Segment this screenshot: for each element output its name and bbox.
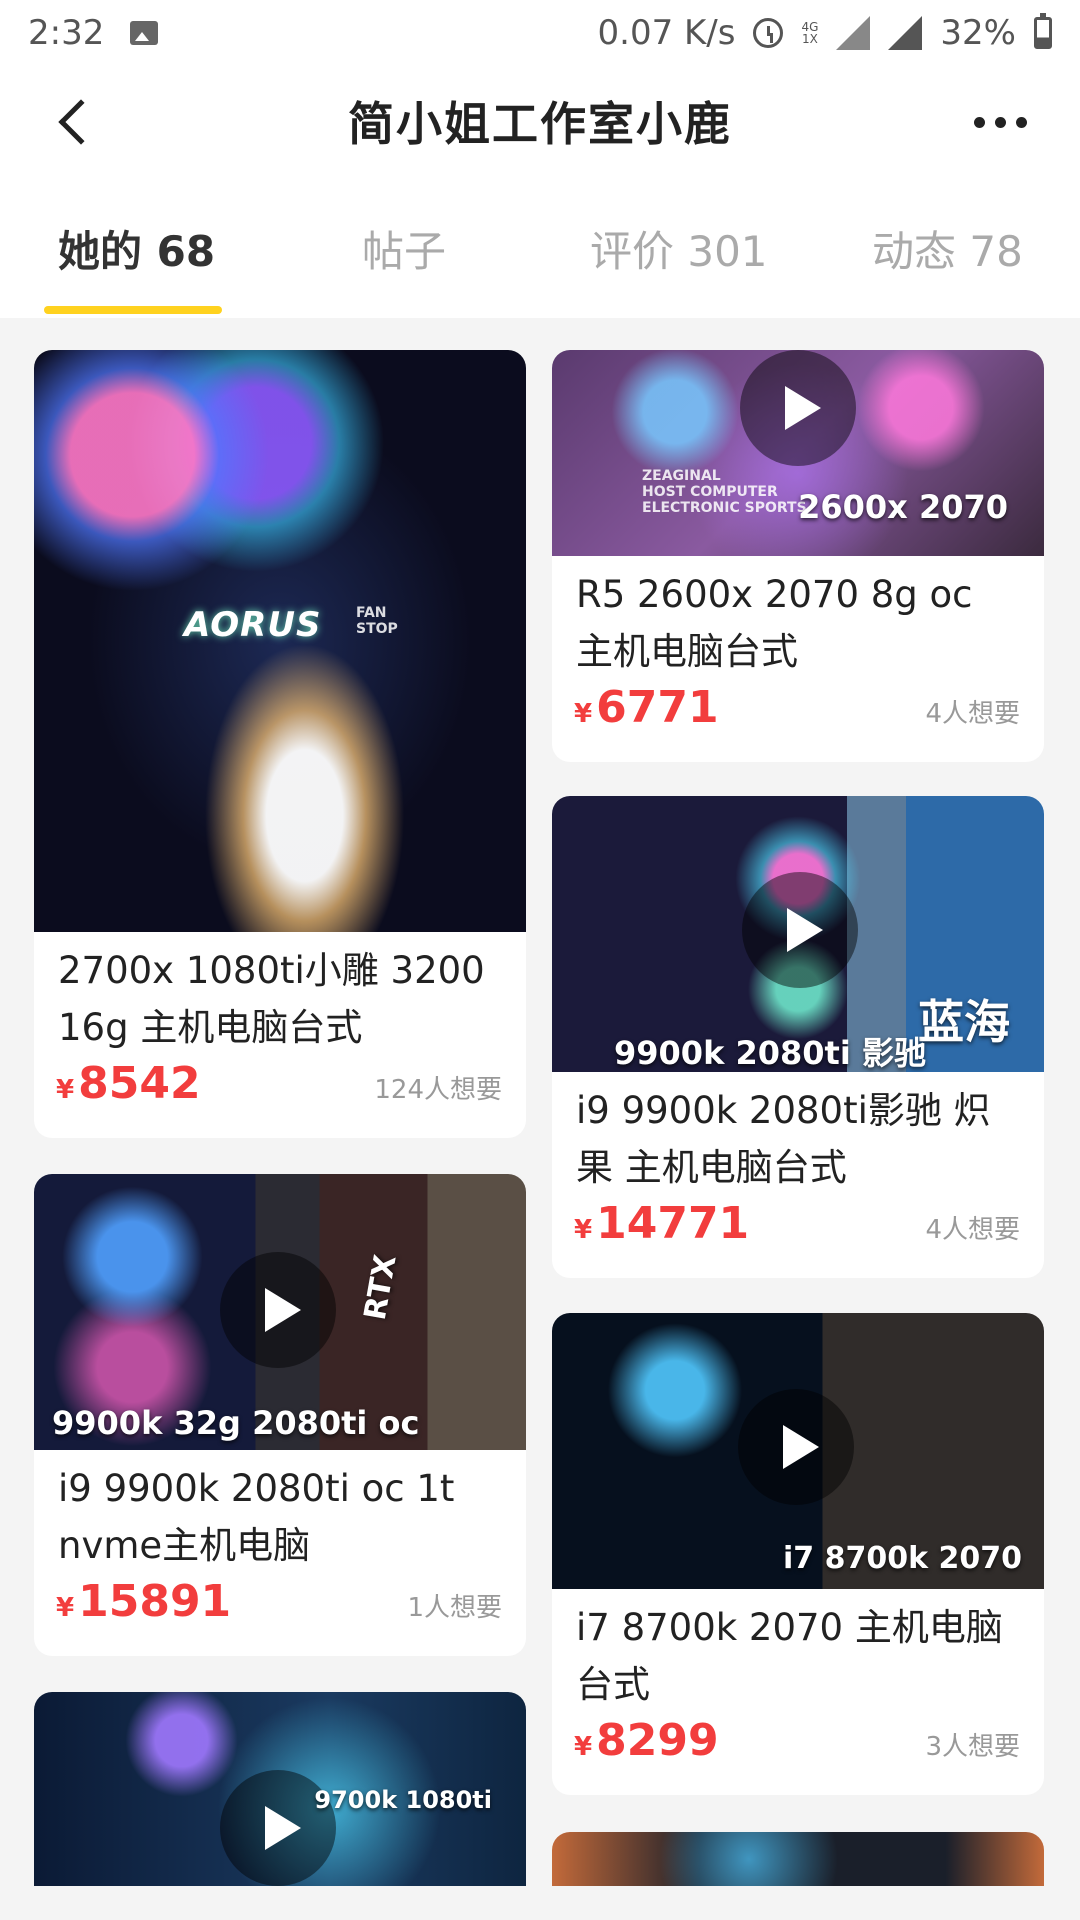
product-video-thumbnail (552, 1832, 1044, 1886)
product-price: ¥6771 (574, 682, 719, 733)
status-time: 2:32 (28, 13, 105, 53)
video-caption: 9900k 32g 2080ti oc (52, 1404, 420, 1442)
signal-icon (836, 16, 871, 50)
wants-count: 4人想要 (925, 1215, 1020, 1245)
product-card[interactable] (552, 1832, 1044, 1886)
tab-hers[interactable]: 她的 68 (58, 218, 215, 279)
box-label: 蓝海 (918, 995, 1010, 1049)
product-card[interactable]: RTX 9900k 32g 2080ti oc i9 9900k 2080ti … (34, 1174, 526, 1656)
profile-tabs: 她的 68 帖子 评价 301 动态 78 (0, 176, 1080, 318)
more-options-button[interactable] (960, 102, 1040, 142)
tab-posts[interactable]: 帖子 (362, 218, 446, 279)
product-video-thumbnail: RTX 9900k 32g 2080ti oc (34, 1174, 526, 1450)
signal-icon-2 (888, 16, 923, 50)
battery-icon (1034, 13, 1052, 49)
product-price: ¥8542 (56, 1058, 201, 1109)
play-icon[interactable] (742, 872, 858, 988)
product-price: ¥8299 (574, 1715, 719, 1766)
top-app-bar: 简小姐工作室小鹿 (0, 66, 1080, 176)
product-title: i9 9900k 2080ti oc 1t nvme主机电脑 (58, 1467, 455, 1567)
product-card[interactable]: 9700k 1080ti (34, 1692, 526, 1886)
video-caption: 9900k 2080ti 影驰 (614, 1034, 926, 1072)
video-caption: 2600x 2070 (798, 488, 1008, 526)
product-title: R5 2600x 2070 8g oc 主机电脑台式 (576, 573, 973, 673)
chevron-left-icon (58, 99, 104, 145)
product-card[interactable]: i7 8700k 2070 i7 8700k 2070 主机电脑台式 ¥8299… (552, 1313, 1044, 1795)
back-button[interactable] (44, 92, 104, 152)
network-speed: 0.07 K/s (597, 13, 736, 53)
product-title: i9 9900k 2080ti影驰 炽果 主机电脑台式 (576, 1089, 991, 1189)
product-card[interactable]: ZEAGINAL HOST COMPUTER ELECTRONIC SPORTS… (552, 350, 1044, 762)
page-title: 简小姐工作室小鹿 (348, 97, 732, 151)
product-title: 2700x 1080ti小雕 3200 16g 主机电脑台式 (58, 949, 485, 1049)
wants-count: 3人想要 (925, 1732, 1020, 1762)
product-video-thumbnail: i7 8700k 2070 (552, 1313, 1044, 1589)
play-icon[interactable] (740, 350, 856, 466)
tab-reviews[interactable]: 评价 301 (590, 218, 768, 279)
play-icon[interactable] (738, 1389, 854, 1505)
wants-count: 4人想要 (925, 699, 1020, 729)
product-card[interactable]: AORUS FAN STOP 2700x 1080ti小雕 3200 16g 主… (34, 350, 526, 1138)
product-title: i7 8700k 2070 主机电脑台式 (576, 1606, 1003, 1706)
product-price: ¥14771 (574, 1198, 750, 1249)
network-type-icon: 4G 1X (801, 20, 819, 46)
alarm-icon (753, 18, 784, 48)
video-caption: 9700k 1080ti (314, 1786, 492, 1814)
product-video-thumbnail: 蓝海 9900k 2080ti 影驰 (552, 796, 1044, 1072)
product-card[interactable]: 蓝海 9900k 2080ti 影驰 i9 9900k 2080ti影驰 炽果 … (552, 796, 1044, 1278)
tab-activity[interactable]: 动态 78 (872, 218, 1023, 279)
product-price: ¥15891 (56, 1576, 232, 1627)
brand-logo: AORUS (184, 605, 322, 645)
product-video-thumbnail: ZEAGINAL HOST COMPUTER ELECTRONIC SPORTS… (552, 350, 1044, 556)
status-bar: 2:32 0.07 K/s 4G 1X 32% (0, 0, 1080, 66)
play-icon[interactable] (220, 1252, 336, 1368)
more-dots-icon (973, 116, 985, 128)
active-tab-indicator (44, 306, 222, 314)
battery-percent: 32% (940, 13, 1016, 53)
product-video-thumbnail: 9700k 1080ti (34, 1692, 526, 1886)
wants-count: 124人想要 (374, 1075, 502, 1105)
wants-count: 1人想要 (407, 1593, 502, 1623)
image-notification-icon (130, 21, 159, 45)
product-image: AORUS FAN STOP (34, 350, 526, 932)
video-caption: i7 8700k 2070 (783, 1541, 1022, 1576)
